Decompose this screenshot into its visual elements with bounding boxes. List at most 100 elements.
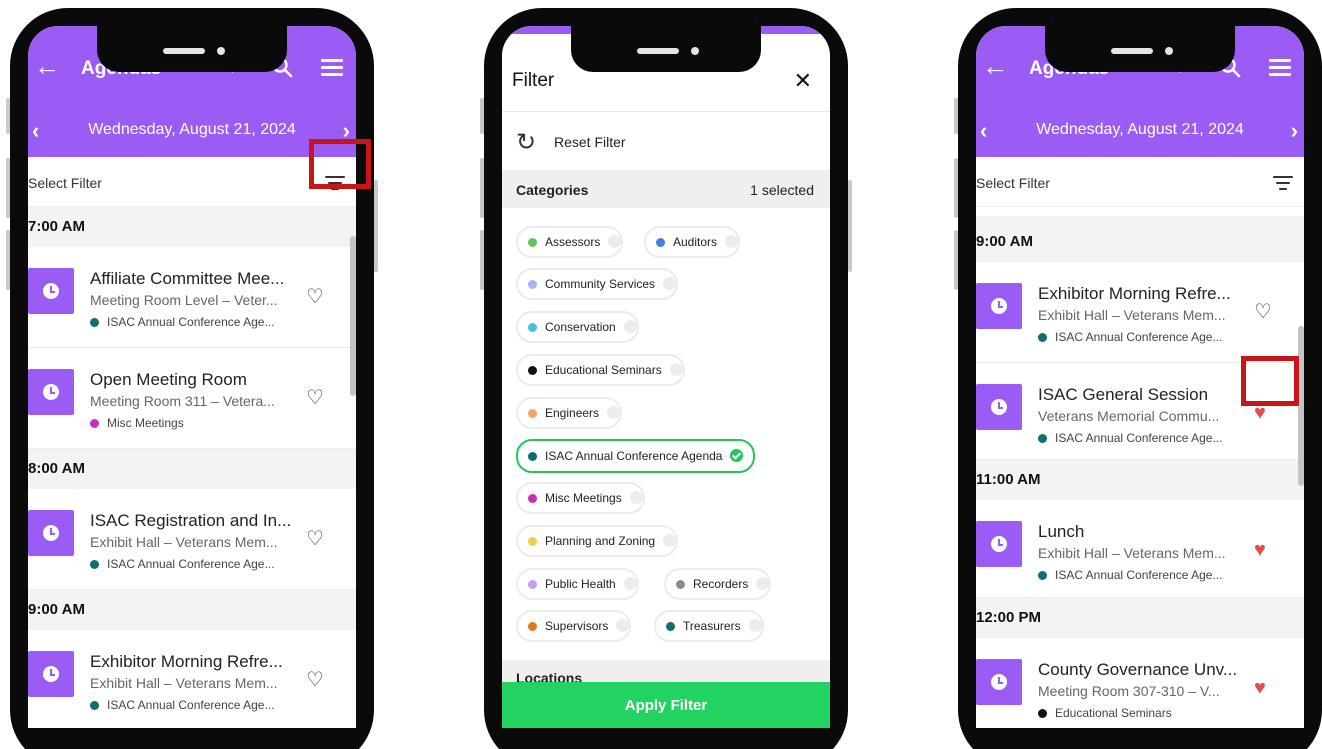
refresh-icon: ↻	[516, 129, 537, 156]
scrollbar[interactable]	[1298, 326, 1304, 486]
chip-misc-meetings[interactable]: Misc Meetings	[516, 482, 645, 514]
clock-icon	[976, 283, 1022, 329]
chip-recorders[interactable]: Recorders	[664, 568, 772, 600]
next-day-chevron-icon[interactable]: ›	[1291, 118, 1298, 144]
clock-icon	[976, 384, 1022, 430]
favorite-heart-icon[interactable]: ♡	[306, 670, 324, 690]
favorite-heart-filled-icon[interactable]: ♥	[1254, 540, 1266, 560]
clock-icon	[28, 369, 74, 415]
chip-conservation[interactable]: Conservation	[516, 311, 639, 343]
filter-title: Filter	[512, 70, 555, 91]
phone-side-button	[954, 98, 958, 134]
category-dot-icon	[1038, 709, 1047, 718]
phone-filter-panel: Filter ✕ ↻ Reset Filter Categories 1 sel…	[480, 8, 852, 749]
chip-community-services[interactable]: Community Services	[516, 268, 679, 300]
chip-public-health[interactable]: Public Health	[516, 568, 639, 600]
session-title: Exhibitor Morning Refre...	[90, 652, 283, 671]
chip-educational-seminars[interactable]: Educational Seminars	[516, 354, 685, 386]
filter-icon[interactable]	[1273, 176, 1293, 190]
session-title: County Governance Unv...	[1038, 660, 1238, 679]
session-title: ISAC General Session	[1038, 385, 1209, 404]
current-date: Wednesday, August 21, 2024	[1036, 121, 1244, 138]
check-icon	[623, 577, 637, 590]
favorite-heart-icon[interactable]: ♡	[306, 388, 324, 408]
scrollbar[interactable]	[350, 236, 356, 396]
category-dot-icon	[528, 580, 537, 589]
chip-treasurers[interactable]: Treasurers	[654, 610, 764, 642]
time-header: 9:00 AM	[28, 590, 356, 630]
session-item[interactable]: Lunch Exhibit Hall – Veterans Mem... ISA…	[976, 500, 1304, 598]
session-item[interactable]: Open Meeting Room Meeting Room 311 – Vet…	[28, 348, 356, 449]
favorite-heart-icon[interactable]: ♡	[306, 529, 324, 549]
session-item[interactable]: County Governance Unv... Meeting Room 30…	[976, 638, 1304, 728]
category-label: ISAC Annual Conference Age...	[107, 557, 275, 571]
category-label: Misc Meetings	[107, 416, 184, 430]
category-dot-icon	[528, 537, 537, 546]
category-dot-icon	[528, 323, 537, 332]
chip-label: Community Services	[545, 277, 656, 291]
chip-assessors[interactable]: Assessors	[516, 226, 624, 258]
chip-isac-annual-conference-agenda[interactable]: ISAC Annual Conference Agenda	[516, 439, 756, 473]
chip-engineers[interactable]: Engineers	[516, 397, 623, 429]
category-dot-icon	[528, 452, 537, 461]
category-dot-icon	[528, 238, 537, 247]
back-arrow-icon[interactable]: ←	[982, 52, 1008, 80]
session-location: Exhibit Hall – Veterans Mem...	[90, 675, 278, 691]
apply-filter-button[interactable]: Apply Filter	[502, 682, 830, 728]
chip-label: Recorders	[693, 577, 749, 591]
chip-label: ISAC Annual Conference Agenda	[545, 449, 723, 463]
session-location: Veterans Memorial Commu...	[1038, 408, 1220, 424]
phone-notch	[97, 26, 287, 72]
category-label: ISAC Annual Conference Age...	[1055, 431, 1223, 445]
session-location: Exhibit Hall – Veterans Mem...	[1038, 545, 1226, 561]
back-arrow-icon[interactable]: ←	[34, 52, 60, 80]
session-location: Meeting Room 307-310 – V...	[1038, 683, 1220, 699]
session-title: ISAC Registration and In...	[90, 511, 292, 530]
session-category: ISAC Annual Conference Age...	[1038, 568, 1222, 582]
chip-supervisors[interactable]: Supervisors	[516, 610, 632, 642]
chip-label: Misc Meetings	[545, 491, 622, 505]
chip-auditors[interactable]: Auditors	[644, 226, 741, 258]
categories-header: Categories 1 selected	[502, 170, 830, 208]
check-icon	[663, 534, 677, 547]
session-item[interactable]: Exhibitor Morning Refre... Exhibit Hall …	[28, 630, 356, 728]
session-location: Exhibit Hall – Veterans Mem...	[1038, 307, 1226, 323]
favorite-heart-icon[interactable]: ♡	[306, 287, 324, 307]
hamburger-menu-icon[interactable]	[321, 59, 343, 76]
phone-side-button	[954, 158, 958, 218]
clock-icon	[28, 268, 74, 314]
phone-side-button	[6, 158, 10, 218]
favorite-heart-filled-icon[interactable]: ♥	[1254, 678, 1266, 698]
session-location: Meeting Room 311 – Vetera...	[90, 393, 275, 409]
hamburger-menu-icon[interactable]	[1269, 59, 1291, 76]
time-header: 12:00 PM	[976, 598, 1304, 638]
category-dot-icon	[90, 560, 99, 569]
time-header: 11:00 AM	[976, 460, 1304, 500]
category-dot-icon	[528, 280, 537, 289]
chip-label: Conservation	[545, 320, 616, 334]
session-category: ISAC Annual Conference Age...	[90, 315, 274, 329]
favorite-heart-icon[interactable]: ♡	[1254, 302, 1272, 322]
reset-filter-button[interactable]: ↻ Reset Filter	[502, 112, 830, 170]
chip-label: Supervisors	[545, 619, 609, 633]
phone-notch	[1045, 26, 1235, 72]
category-dot-icon	[666, 622, 675, 631]
session-item[interactable]: Affiliate Committee Mee... Meeting Room …	[28, 247, 356, 348]
phone-side-button	[374, 180, 378, 272]
check-icon	[730, 449, 744, 462]
time-header: 8:00 AM	[28, 449, 356, 489]
favorite-highlight-box	[1241, 356, 1299, 406]
check-icon	[756, 577, 770, 590]
session-category: ISAC Annual Conference Age...	[1038, 431, 1222, 445]
chip-planning-and-zoning[interactable]: Planning and Zoning	[516, 525, 679, 557]
clock-icon	[28, 510, 74, 556]
favorite-heart-filled-icon[interactable]: ♥	[1254, 403, 1266, 423]
close-icon[interactable]: ✕	[794, 68, 812, 94]
clock-icon	[28, 651, 74, 697]
session-title: Exhibitor Morning Refre...	[1038, 284, 1231, 303]
session-item[interactable]: Exhibitor Morning Refre... Exhibit Hall …	[976, 262, 1304, 363]
clock-icon	[976, 659, 1022, 705]
locations-header: Locations	[502, 660, 830, 682]
session-item[interactable]: ISAC Registration and In... Exhibit Hall…	[28, 489, 356, 590]
check-icon	[616, 619, 630, 632]
